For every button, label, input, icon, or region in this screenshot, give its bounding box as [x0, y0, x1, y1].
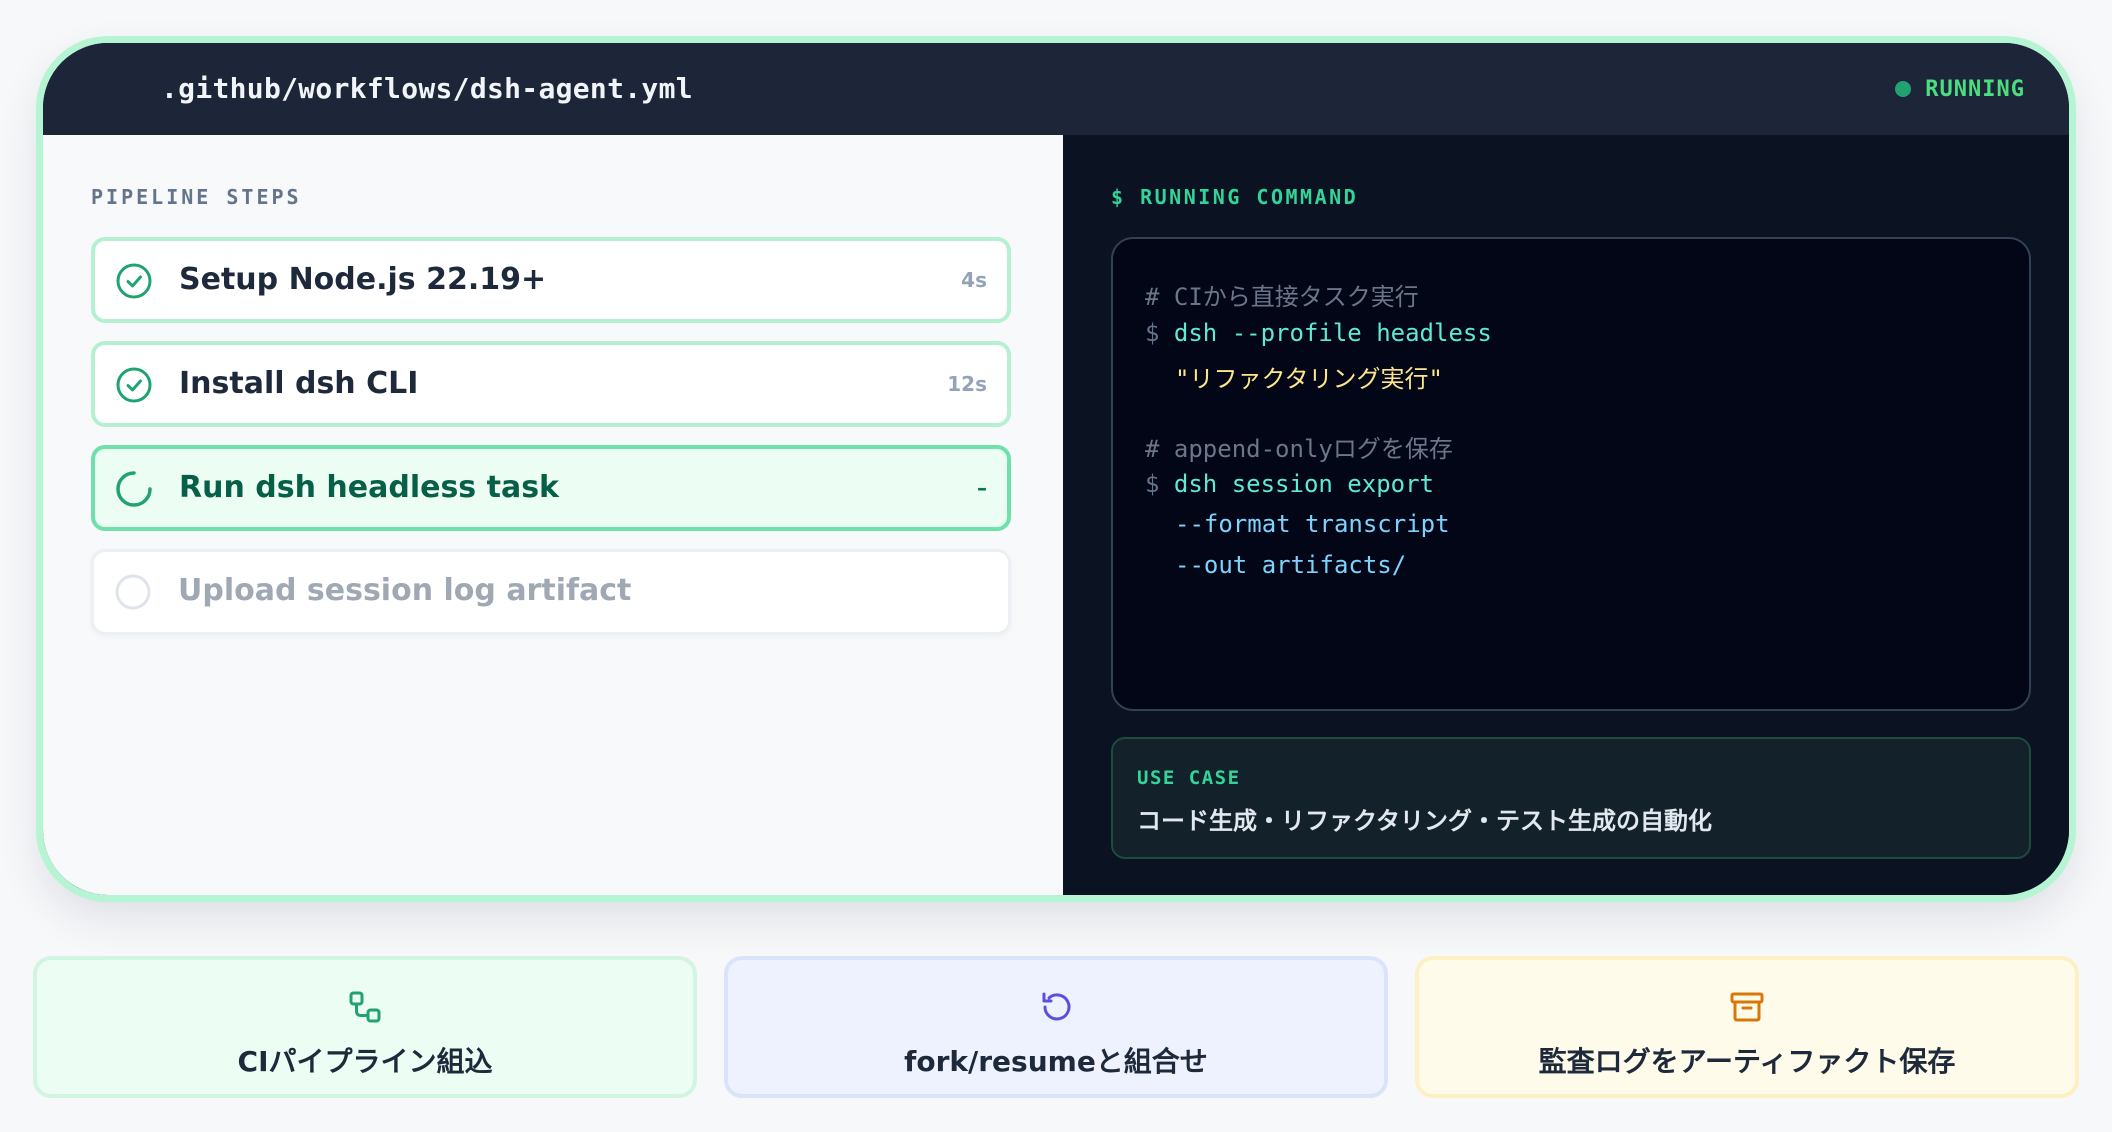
spinner-icon — [116, 471, 152, 507]
check-circle-icon — [116, 263, 152, 299]
pipeline-step-run-headless[interactable]: Run dsh headless task – — [91, 445, 1011, 531]
step-duration: 12s — [947, 372, 987, 396]
use-case-box: USE CASE コード生成・リファクタリング・テスト生成の自動化 — [1111, 737, 2031, 859]
status-indicator: RUNNING — [1895, 43, 2025, 135]
terminal-command-line: $ dsh --profile headless — [1145, 319, 1492, 347]
workflow-card: .github/workflows/dsh-agent.yml RUNNING … — [36, 36, 2076, 902]
pipeline-step-install-cli[interactable]: Install dsh CLI 12s — [91, 341, 1011, 427]
prompt-symbol: $ — [1145, 319, 1160, 347]
feature-audit-log[interactable]: 監査ログをアーティファクト保存 — [1415, 956, 2079, 1098]
pipeline-section-label: PIPELINE STEPS — [91, 185, 302, 209]
status-dot-icon — [1895, 81, 1912, 97]
command-panel: $ RUNNING COMMAND # CIから直接タスク実行 $ dsh --… — [1063, 135, 2069, 895]
step-label: Install dsh CLI — [179, 366, 419, 401]
step-label: Setup Node.js 22.19+ — [179, 262, 547, 297]
feature-label: fork/resumeと組合せ — [904, 1045, 1208, 1078]
command-text: dsh --profile headless — [1173, 319, 1492, 347]
prompt-symbol: $ — [1145, 470, 1160, 498]
feature-label: CIパイプライン組込 — [237, 1045, 493, 1078]
terminal-comment: # CIから直接タスク実行 — [1145, 283, 1419, 311]
archive-icon — [1730, 992, 1764, 1022]
feature-ci-pipeline[interactable]: CIパイプライン組込 — [33, 956, 697, 1098]
command-text: dsh session export — [1173, 470, 1434, 498]
use-case-text: コード生成・リファクタリング・テスト生成の自動化 — [1137, 807, 1713, 835]
terminal-argument: "リファクタリング実行" — [1175, 365, 1443, 393]
pipeline-panel: PIPELINE STEPS Setup Node.js 22.19+ 4s I… — [43, 135, 1063, 895]
step-duration: 4s — [961, 268, 987, 292]
terminal-window: # CIから直接タスク実行 $ dsh --profile headless "… — [1111, 237, 2031, 711]
workflow-file-path: .github/workflows/dsh-agent.yml — [161, 72, 693, 105]
command-section-label: $ RUNNING COMMAND — [1111, 185, 1359, 209]
check-circle-icon — [116, 367, 152, 403]
terminal-flag: --out artifacts/ — [1175, 551, 1407, 579]
terminal-comment: # append-onlyログを保存 — [1145, 435, 1453, 463]
feature-fork-resume[interactable]: fork/resumeと組合せ — [724, 956, 1388, 1098]
rotate-ccw-icon — [1042, 992, 1071, 1021]
terminal-flag: --format transcript — [1175, 510, 1450, 538]
terminal-command-line: $ dsh session export — [1145, 470, 1434, 498]
feature-label: 監査ログをアーティファクト保存 — [1538, 1045, 1956, 1078]
pipeline-step-setup-node[interactable]: Setup Node.js 22.19+ 4s — [91, 237, 1011, 323]
status-text: RUNNING — [1925, 76, 2025, 102]
empty-circle-icon — [115, 574, 151, 610]
step-label: Upload session log artifact — [178, 573, 632, 608]
title-bar: .github/workflows/dsh-agent.yml RUNNING — [43, 43, 2069, 135]
workflow-icon — [349, 991, 381, 1023]
use-case-label: USE CASE — [1137, 767, 1241, 789]
step-duration: – — [977, 476, 987, 500]
pipeline-step-upload-log[interactable]: Upload session log artifact — [91, 549, 1011, 635]
step-label: Run dsh headless task — [179, 470, 559, 505]
